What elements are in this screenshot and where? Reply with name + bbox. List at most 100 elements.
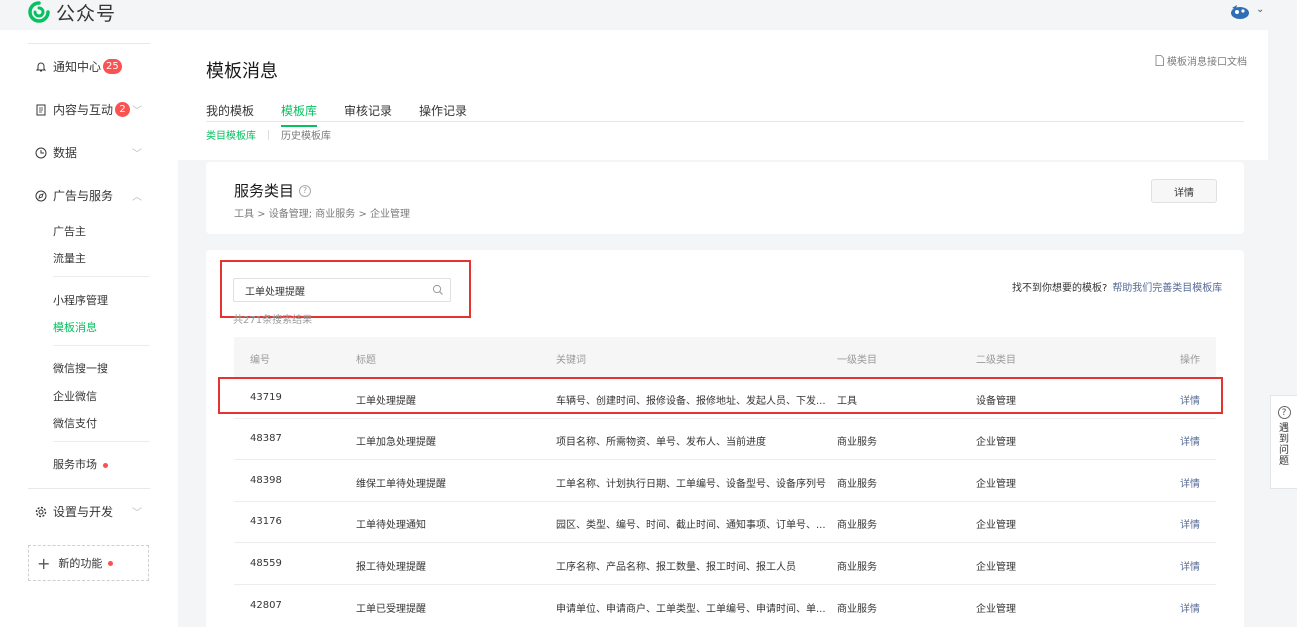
sidebar-item-label: 通知中心 xyxy=(53,60,102,74)
cell-category1: 商业服务 xyxy=(837,479,877,490)
notification-badge: 25 xyxy=(103,59,122,74)
tabs-divider xyxy=(206,121,1244,122)
question-icon: ? xyxy=(1277,406,1291,419)
column-header-category1: 一级类目 xyxy=(837,355,877,366)
sidebar: 通知中心 25 内容与互动 2 ﹀ 数据 ﹀ 广告与服务 ︿ 广告主 流量主 小… xyxy=(0,30,178,627)
cell-title: 工单加急处理提醒 xyxy=(356,437,436,448)
cell-category2: 企业管理 xyxy=(976,562,1016,573)
sidebar-subitem-advertiser[interactable]: 广告主 xyxy=(53,223,86,239)
sidebar-subitem-wechat-pay[interactable]: 微信支付 xyxy=(53,415,97,431)
page-header: 模板消息 模板消息接口文档 我的模板 模板库 审核记录 操作记录 类目模板库 历… xyxy=(178,30,1268,160)
search-result-count: 共271条搜索结果 xyxy=(233,315,313,326)
search-input[interactable]: 工单处理提醒 xyxy=(233,278,451,302)
cell-keywords: 申请单位、申请商户、工单类型、工单编号、申请时间、单... xyxy=(556,604,826,615)
table-row: 48387 工单加急处理提醒 项目名称、所需物资、单号、发布人、当前进度 商业服… xyxy=(234,419,1216,460)
row-detail-link[interactable]: 详情 xyxy=(1180,433,1200,448)
row-detail-link[interactable]: 详情 xyxy=(1180,600,1200,615)
sidebar-item-data[interactable]: 数据 xyxy=(35,144,77,161)
sidebar-subitem-wechat-search[interactable]: 微信搜一搜 xyxy=(53,360,108,376)
cell-category1: 商业服务 xyxy=(837,437,877,448)
sidebar-divider xyxy=(53,441,150,442)
sidebar-item-content[interactable]: 内容与互动 2 xyxy=(35,101,131,118)
cell-title: 维保工单待处理提醒 xyxy=(356,479,446,490)
improve-library-link[interactable]: 帮助我们完善类目模板库 xyxy=(1112,283,1222,294)
table-row: 42807 工单已受理提醒 申请单位、申请商户、工单类型、工单编号、申请时间、单… xyxy=(234,586,1216,627)
cell-category1: 商业服务 xyxy=(837,604,877,615)
cell-title: 报工待处理提醒 xyxy=(356,562,426,573)
new-dot xyxy=(103,462,108,468)
cell-keywords: 项目名称、所需物资、单号、发布人、当前进度 xyxy=(556,437,766,448)
chevron-down-icon[interactable]: ﹀ xyxy=(132,102,142,117)
missing-template-help: 找不到你想要的模板? 帮助我们完善类目模板库 xyxy=(1012,279,1222,294)
row-detail-link[interactable]: 详情 xyxy=(1180,475,1200,490)
search-icon[interactable] xyxy=(432,284,444,296)
main-content: 模板消息 模板消息接口文档 我的模板 模板库 审核记录 操作记录 类目模板库 历… xyxy=(178,30,1297,627)
gear-icon xyxy=(35,506,47,517)
cell-id: 43176 xyxy=(250,516,282,527)
table-row: 48559 报工待处理提醒 工序名称、产品名称、报工数量、报工时间、报工人员 商… xyxy=(234,544,1216,585)
help-question: 找不到你想要的模板? xyxy=(1012,283,1108,294)
service-category-card: 服务类目 ? 工具 > 设备管理; 商业服务 > 企业管理 详情 xyxy=(206,162,1244,234)
tab-review-records[interactable]: 审核记录 xyxy=(344,102,392,127)
sidebar-item-label: 内容与互动 xyxy=(53,103,114,117)
doc-link-label: 模板消息接口文档 xyxy=(1167,57,1247,68)
sidebar-item-label: 广告与服务 xyxy=(53,189,114,203)
help-icon[interactable]: ? xyxy=(299,184,312,197)
new-dot xyxy=(108,560,114,566)
cell-keywords: 工序名称、产品名称、报工数量、报工时间、报工人员 xyxy=(556,562,796,573)
document-icon xyxy=(36,104,46,115)
brand-name: 公众号 xyxy=(56,2,117,25)
compass-icon xyxy=(35,190,47,201)
cell-category1: 商业服务 xyxy=(837,520,877,531)
sidebar-item-notifications[interactable]: 通知中心 25 xyxy=(35,58,122,75)
floating-help-button[interactable]: ? 遇到问题 xyxy=(1270,395,1297,489)
page-title: 模板消息 xyxy=(206,61,278,82)
column-header-id: 编号 xyxy=(250,355,270,366)
sidebar-item-settings[interactable]: 设置与开发 xyxy=(35,503,113,520)
logo[interactable]: 公众号 xyxy=(28,0,117,25)
chevron-down-icon[interactable]: ⌄ xyxy=(1256,4,1264,15)
table-row: 48398 维保工单待处理提醒 工单名称、计划执行日期、工单编号、设备型号、设备… xyxy=(234,461,1216,502)
cell-keywords: 工单名称、计划执行日期、工单编号、设备型号、设备序列号 xyxy=(556,479,826,490)
column-header-category2: 二级类目 xyxy=(976,355,1016,366)
file-icon xyxy=(1155,55,1164,66)
sub-tabs: 类目模板库 历史模板库 xyxy=(206,127,331,142)
chevron-down-icon[interactable]: ﹀ xyxy=(132,504,142,519)
service-category-title: 服务类目 ? xyxy=(234,180,312,201)
subtab-history-library[interactable]: 历史模板库 xyxy=(281,127,331,142)
avatar[interactable] xyxy=(1228,2,1252,22)
new-features-button[interactable]: + 新的功能 xyxy=(28,545,149,581)
tab-operation-records[interactable]: 操作记录 xyxy=(419,102,467,127)
sidebar-item-label: 数据 xyxy=(53,146,78,160)
sidebar-divider xyxy=(53,276,150,277)
category-path: 工具 > 设备管理; 商业服务 > 企业管理 xyxy=(234,209,411,220)
sidebar-subitem-template-message[interactable]: 模板消息 xyxy=(53,319,97,335)
template-doc-link[interactable]: 模板消息接口文档 xyxy=(1155,53,1247,68)
plus-icon: + xyxy=(37,553,51,573)
row-detail-link[interactable]: 详情 xyxy=(1180,558,1200,573)
sidebar-subitem-work-wechat[interactable]: 企业微信 xyxy=(53,388,97,404)
cell-category1: 商业服务 xyxy=(837,562,877,573)
sidebar-subitem-miniprogram[interactable]: 小程序管理 xyxy=(53,292,108,308)
clock-chart-icon xyxy=(35,147,47,158)
chevron-down-icon[interactable]: ﹀ xyxy=(132,145,142,160)
floating-help-label: 遇到问题 xyxy=(1279,423,1289,467)
chevron-up-icon[interactable]: ︿ xyxy=(132,188,142,203)
tab-my-templates[interactable]: 我的模板 xyxy=(206,102,254,127)
top-bar: 公众号 ⌄ xyxy=(0,0,1297,30)
sidebar-divider xyxy=(53,345,150,346)
bell-icon xyxy=(35,62,47,71)
subtab-category-library[interactable]: 类目模板库 xyxy=(206,127,256,142)
cell-title: 工单已受理提醒 xyxy=(356,604,426,615)
row-detail-link[interactable]: 详情 xyxy=(1180,516,1200,531)
subtab-divider xyxy=(268,129,269,140)
new-features-label: 新的功能 xyxy=(58,557,103,570)
tab-template-library[interactable]: 模板库 xyxy=(281,102,318,127)
sidebar-item-ads[interactable]: 广告与服务 xyxy=(35,187,113,204)
cell-title: 工单待处理通知 xyxy=(356,520,426,531)
sidebar-item-label: 服务市场 xyxy=(53,458,97,471)
category-detail-button[interactable]: 详情 xyxy=(1151,179,1217,203)
table-row: 43176 工单待处理通知 园区、类型、编号、时间、截止时间、通知事项、订单号、… xyxy=(234,502,1216,543)
sidebar-subitem-service-market[interactable]: 服务市场 xyxy=(53,456,108,472)
sidebar-subitem-publisher[interactable]: 流量主 xyxy=(53,250,86,266)
